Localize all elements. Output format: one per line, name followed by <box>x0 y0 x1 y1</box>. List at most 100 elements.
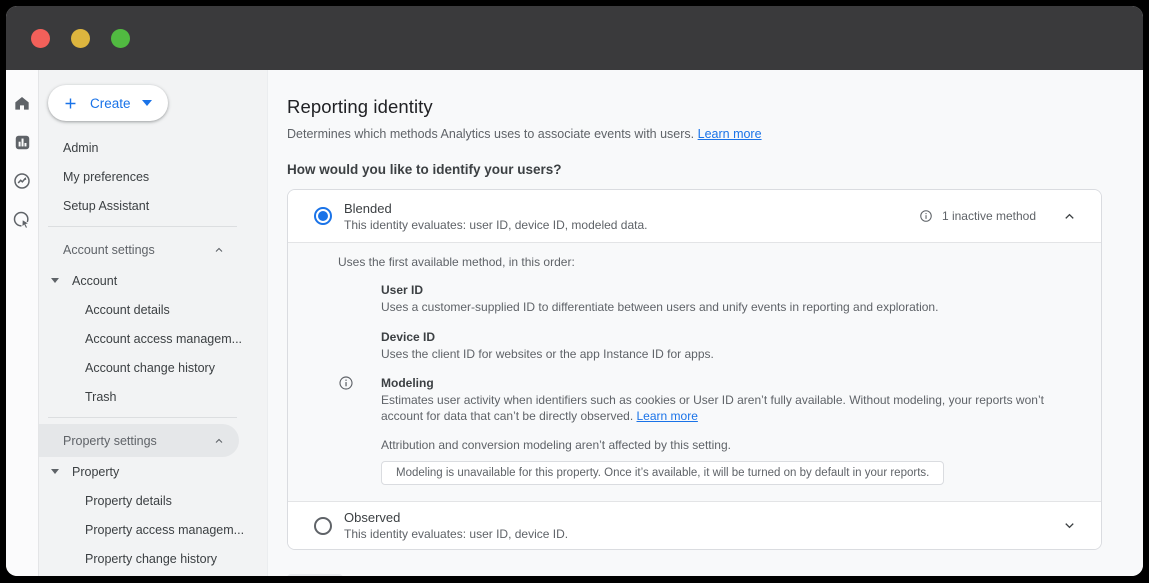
nav-explore-button[interactable] <box>11 170 33 192</box>
sidebar-item-account[interactable]: Account <box>39 266 267 295</box>
method-modeling-description-text: Estimates user activity when identifiers… <box>381 393 1044 423</box>
sidebar-item-property[interactable]: Property <box>39 457 267 486</box>
admin-sidebar: Create Admin My preferences Setup Assist… <box>39 70 268 576</box>
window-zoom-button[interactable] <box>111 29 130 48</box>
caret-down-icon <box>51 278 59 283</box>
modeling-learn-more-link[interactable]: Learn more <box>637 409 698 423</box>
sidebar-item-label: Account details <box>85 303 170 317</box>
option-blended-description: This identity evaluates: user ID, device… <box>344 218 648 232</box>
modeling-note: Attribution and conversion modeling aren… <box>381 438 1077 452</box>
expand-observed-button[interactable] <box>1062 518 1077 533</box>
section-header-label: Property settings <box>63 434 157 448</box>
app-window: Create Admin My preferences Setup Assist… <box>6 6 1143 576</box>
option-observed-text: Observed This identity evaluates: user I… <box>344 510 568 541</box>
card-footer-area: Show all Save Cancel <box>287 574 1102 576</box>
sidebar-item-account-change-history[interactable]: Account change history <box>39 353 267 382</box>
create-button[interactable]: Create <box>48 85 168 121</box>
caret-down-icon <box>51 469 59 474</box>
option-blended-title: Blended <box>344 201 648 216</box>
collapse-blended-button[interactable] <box>1062 209 1077 224</box>
desktop-background: Create Admin My preferences Setup Assist… <box>0 0 1149 583</box>
method-modeling-description: Estimates user activity when identifiers… <box>381 393 1077 424</box>
method-device-id-description: Uses the client ID for websites or the a… <box>381 347 1077 363</box>
chevron-up-icon <box>213 435 225 447</box>
inactive-method-badge-label: 1 inactive method <box>942 209 1036 223</box>
section-header-label: Account settings <box>63 243 155 257</box>
caret-down-icon <box>142 100 152 106</box>
nav-home-button[interactable] <box>11 92 33 114</box>
sidebar-item-label: Account <box>72 274 117 288</box>
chevron-up-icon <box>1062 209 1077 224</box>
method-modeling-name: Modeling <box>381 376 1077 390</box>
sidebar-item-label: Property details <box>85 494 172 508</box>
sidebar-item-property-access-management[interactable]: Property access managem... <box>39 515 267 544</box>
sidebar-item-my-preferences[interactable]: My preferences <box>39 162 267 191</box>
learn-more-link[interactable]: Learn more <box>698 127 762 141</box>
sidebar-item-label: Setup Assistant <box>63 199 149 213</box>
sidebar-divider <box>48 226 237 227</box>
window-minimize-button[interactable] <box>71 29 90 48</box>
page-description: Determines which methods Analytics uses … <box>287 127 1102 141</box>
window-titlebar <box>6 6 1143 70</box>
sidebar-item-property-change-history[interactable]: Property change history <box>39 544 267 573</box>
sidebar-item-trash[interactable]: Trash <box>39 382 267 411</box>
option-observed[interactable]: Observed This identity evaluates: user I… <box>288 502 1101 549</box>
form-actions: Save Cancel <box>287 574 1102 576</box>
home-icon <box>12 93 32 113</box>
chevron-up-icon <box>213 244 225 256</box>
save-button[interactable]: Save <box>287 574 343 576</box>
reporting-identity-card: Blended This identity evaluates: user ID… <box>287 189 1102 550</box>
inactive-method-badge: 1 inactive method <box>919 209 1036 223</box>
main-content: Reporting identity Determines which meth… <box>268 70 1143 576</box>
window-close-button[interactable] <box>31 29 50 48</box>
sidebar-item-admin[interactable]: Admin <box>39 133 267 162</box>
nav-rail <box>6 70 39 576</box>
identity-methods-list: User ID Uses a customer-supplied ID to d… <box>381 283 1077 485</box>
option-blended-text: Blended This identity evaluates: user ID… <box>344 201 648 232</box>
sidebar-section-property-settings[interactable]: Property settings <box>39 424 239 457</box>
option-blended[interactable]: Blended This identity evaluates: user ID… <box>288 190 1101 242</box>
method-device-id-name: Device ID <box>381 330 1077 344</box>
sidebar-item-label: Account access managem... <box>85 332 242 346</box>
plus-icon <box>62 95 79 112</box>
nav-advertising-button[interactable] <box>11 209 33 231</box>
modeling-unavailable-notice: Modeling is unavailable for this propert… <box>381 461 944 485</box>
sidebar-item-label: Trash <box>85 390 117 404</box>
radio-observed[interactable] <box>314 517 332 535</box>
option-observed-title: Observed <box>344 510 568 525</box>
info-icon <box>919 209 933 223</box>
chevron-down-icon <box>1062 518 1077 533</box>
sidebar-item-setup-assistant[interactable]: Setup Assistant <box>39 191 267 220</box>
identity-question: How would you like to identify your user… <box>287 162 1102 177</box>
method-device-id: Device ID Uses the client ID for website… <box>381 330 1077 363</box>
blended-details-panel: Uses the first available method, in this… <box>288 242 1101 502</box>
option-observed-description: This identity evaluates: user ID, device… <box>344 527 568 541</box>
sidebar-item-account-access-management[interactable]: Account access managem... <box>39 324 267 353</box>
advertising-icon <box>12 210 32 230</box>
info-icon <box>338 375 354 391</box>
radio-blended[interactable] <box>314 207 332 225</box>
sidebar-item-scheduled-emails[interactable]: Scheduled emails <box>39 573 267 576</box>
method-user-id-description: Uses a customer-supplied ID to different… <box>381 300 1077 316</box>
explore-icon <box>12 171 32 191</box>
nav-reports-button[interactable] <box>11 131 33 153</box>
method-user-id: User ID Uses a customer-supplied ID to d… <box>381 283 1077 316</box>
method-user-id-name: User ID <box>381 283 1077 297</box>
blended-details-intro: Uses the first available method, in this… <box>338 255 1077 269</box>
create-button-label: Create <box>90 96 131 111</box>
sidebar-item-account-details[interactable]: Account details <box>39 295 267 324</box>
sidebar-section-account-settings[interactable]: Account settings <box>39 233 239 266</box>
method-modeling: Modeling Estimates user activity when id… <box>381 376 1077 485</box>
sidebar-divider <box>48 417 237 418</box>
reports-icon <box>13 133 32 152</box>
sidebar-item-label: Property <box>72 465 119 479</box>
app-body: Create Admin My preferences Setup Assist… <box>6 70 1143 576</box>
sidebar-item-label: Property access managem... <box>85 523 244 537</box>
sidebar-item-label: Account change history <box>85 361 215 375</box>
page-title: Reporting identity <box>287 96 1102 118</box>
page-description-text: Determines which methods Analytics uses … <box>287 127 694 141</box>
sidebar-item-property-details[interactable]: Property details <box>39 486 267 515</box>
sidebar-item-label: Admin <box>63 141 98 155</box>
sidebar-item-label: Property change history <box>85 552 217 566</box>
sidebar-item-label: My preferences <box>63 170 149 184</box>
